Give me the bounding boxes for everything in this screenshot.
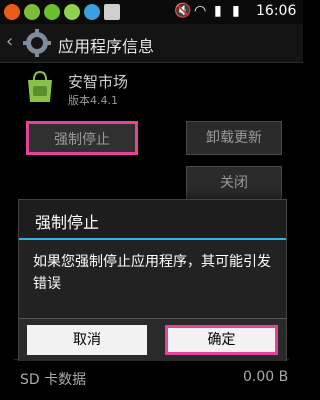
app-version: 版本4.4.1 <box>68 94 118 107</box>
sd-card-data-value: 0.00 B <box>243 369 289 385</box>
battery-icon: ▮ <box>232 3 240 19</box>
status-bar: 🔇 ◠ ▮ ▮ 16:06 <box>0 0 303 24</box>
dialog-button-bar: 取消 确定 <box>19 318 286 361</box>
sd-card-data-label: SD 卡数据 <box>20 372 87 388</box>
browser-icon <box>84 4 100 20</box>
app-name: 安智市场 <box>68 73 129 91</box>
app-info-header: ‹ 应用程序信息 <box>0 24 303 63</box>
status-time: 16:06 <box>256 3 297 19</box>
back-icon[interactable]: ‹ <box>6 31 13 52</box>
chat-icon <box>44 4 60 20</box>
wifi-icon: ◠ <box>194 3 207 19</box>
shopping-bag-icon <box>28 70 52 102</box>
close-button[interactable]: 关闭 <box>186 166 282 200</box>
force-stop-dialog: 强制停止 如果您强制停止应用程序，其可能引发错误 取消 确定 <box>18 199 287 361</box>
dialog-title-bar: 强制停止 <box>19 200 286 240</box>
page-title: 应用程序信息 <box>58 37 155 56</box>
app-icon <box>24 4 40 20</box>
image-icon <box>104 4 120 20</box>
uninstall-updates-button[interactable]: 卸载更新 <box>186 121 282 155</box>
mute-icon: 🔇 <box>174 3 192 19</box>
wechat-icon <box>64 4 80 20</box>
force-stop-button[interactable]: 强制停止 <box>26 121 138 155</box>
dialog-message: 如果您强制停止应用程序，其可能引发错误 <box>33 254 271 292</box>
gear-icon <box>23 29 51 57</box>
confirm-button[interactable]: 确定 <box>165 325 278 355</box>
dialog-title: 强制停止 <box>35 213 100 232</box>
cancel-button[interactable]: 取消 <box>27 325 147 355</box>
notification-icon <box>4 4 20 20</box>
signal-icon: ▮ <box>214 3 222 19</box>
